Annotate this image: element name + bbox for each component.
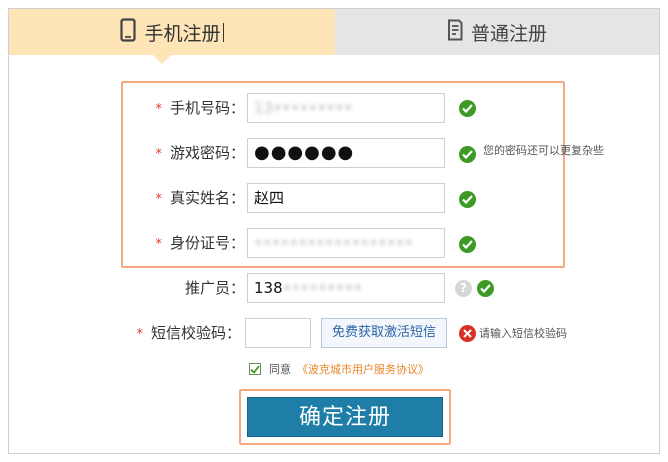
sms-code-input[interactable] xyxy=(245,318,311,348)
promoter-value-prefix: 138 xyxy=(254,279,283,297)
tab-mobile-label: 手机注册 xyxy=(144,22,221,45)
required-mark: * xyxy=(155,147,162,162)
check-circle-icon xyxy=(459,100,476,117)
tab-normal-register[interactable]: 普通注册 xyxy=(335,9,659,55)
required-mark: * xyxy=(155,237,162,252)
check-circle-icon xyxy=(459,236,476,253)
agreement-text: 同意 xyxy=(269,363,291,376)
idcard-input[interactable]: •••••••••••••••••• xyxy=(247,228,445,258)
active-tab-pointer xyxy=(153,55,171,64)
idcard-label-text: 身份证号： xyxy=(169,234,245,252)
agreement-row: 同意 《波克城市用户服务协议》 xyxy=(249,361,429,377)
phone-label: * 手机号码： xyxy=(155,93,245,123)
x-circle-icon xyxy=(459,325,476,342)
sms-label: * 短信校验码： xyxy=(136,318,241,348)
registration-panel: 手机注册 普通注册 * 手机号码： 13••••••••• * 游戏密码： ●●… xyxy=(8,8,660,454)
password-input[interactable]: ●●●●●● xyxy=(247,138,445,168)
sms-error-message: 请输入短信校验码 xyxy=(479,327,567,340)
password-row: * 游戏密码： ●●●●●● 您的密码还可以更复杂些 xyxy=(9,138,659,168)
required-mark: * xyxy=(155,192,162,207)
question-circle-icon[interactable]: ? xyxy=(455,280,472,297)
promoter-value-rest: ••••••••• xyxy=(282,279,363,297)
phone-row: * 手机号码： 13••••••••• xyxy=(9,93,659,123)
promoter-input[interactable]: 138••••••••• xyxy=(247,273,445,303)
idcard-label: * 身份证号： xyxy=(155,228,245,258)
check-circle-icon xyxy=(477,280,494,297)
promoter-row: 推广员： 138••••••••• ? xyxy=(9,273,659,303)
realname-value: 赵四 xyxy=(254,189,285,207)
phone-value: 13••••••••• xyxy=(254,99,353,117)
check-circle-icon xyxy=(459,146,476,163)
realname-label-text: 真实姓名： xyxy=(169,189,245,207)
promoter-label: 推广员： xyxy=(184,279,245,297)
check-circle-icon xyxy=(459,191,476,208)
password-label-text: 游戏密码： xyxy=(169,144,245,162)
phone-input[interactable]: 13••••••••• xyxy=(247,93,445,123)
checkmark-icon xyxy=(250,364,260,374)
phone-label-text: 手机号码： xyxy=(169,99,245,117)
realname-label: * 真实姓名： xyxy=(155,183,245,213)
tab-mobile-register[interactable]: 手机注册 xyxy=(9,9,335,55)
get-sms-code-button[interactable]: 免费获取激活短信 xyxy=(321,318,447,348)
agreement-checkbox[interactable] xyxy=(249,363,261,375)
required-mark: * xyxy=(136,327,143,342)
tab-normal-label: 普通注册 xyxy=(470,22,547,45)
realname-input[interactable]: 赵四 xyxy=(247,183,445,213)
registration-tabs: 手机注册 普通注册 xyxy=(9,9,659,64)
document-icon xyxy=(447,19,471,46)
realname-row: * 真实姓名： 赵四 xyxy=(9,183,659,213)
submit-register-button[interactable]: 确定注册 xyxy=(247,397,443,437)
sms-row: * 短信校验码： 免费获取激活短信 请输入短信校验码 xyxy=(9,318,659,348)
sms-label-text: 短信校验码： xyxy=(150,324,241,342)
phone-icon xyxy=(120,17,144,47)
submit-highlight: 确定注册 xyxy=(239,389,451,445)
required-mark: * xyxy=(155,102,162,117)
idcard-value: •••••••••••••••••• xyxy=(254,234,414,252)
text-cursor xyxy=(222,22,224,42)
idcard-row: * 身份证号： •••••••••••••••••• xyxy=(9,228,659,258)
password-label: * 游戏密码： xyxy=(155,138,245,168)
user-agreement-link[interactable]: 《波克城市用户服务协议》 xyxy=(297,361,429,377)
password-value: ●●●●●● xyxy=(254,142,355,163)
password-strength-hint: 您的密码还可以更复杂些 xyxy=(483,144,604,157)
